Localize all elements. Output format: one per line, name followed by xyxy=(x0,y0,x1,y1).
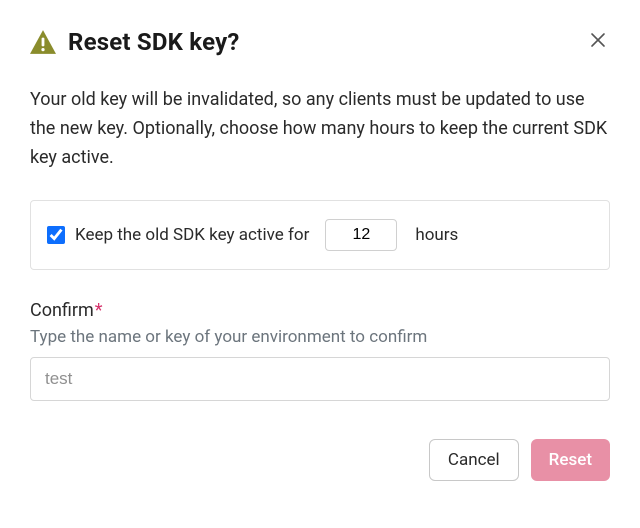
confirm-label-text: Confirm xyxy=(30,300,94,321)
required-indicator: * xyxy=(95,300,103,321)
confirm-label: Confirm* xyxy=(30,300,610,321)
dialog-header: Reset SDK key? xyxy=(30,28,610,56)
dialog-footer: Cancel Reset xyxy=(30,439,610,481)
confirm-input[interactable] xyxy=(30,357,610,401)
keep-active-prefix: Keep the old SDK key active for xyxy=(75,225,309,245)
warning-icon xyxy=(30,30,56,54)
title-group: Reset SDK key? xyxy=(30,28,240,56)
confirm-section: Confirm* Type the name or key of your en… xyxy=(30,300,610,401)
dialog-description: Your old key will be invalidated, so any… xyxy=(30,86,610,172)
keep-active-checkbox[interactable] xyxy=(47,226,65,244)
reset-button[interactable]: Reset xyxy=(531,439,610,481)
close-icon xyxy=(590,32,606,48)
keep-active-option: Keep the old SDK key active for hours xyxy=(30,200,610,270)
close-button[interactable] xyxy=(586,28,610,56)
keep-active-suffix: hours xyxy=(415,225,458,245)
confirm-hint: Type the name or key of your environment… xyxy=(30,327,610,347)
cancel-button[interactable]: Cancel xyxy=(429,439,519,481)
hours-input[interactable] xyxy=(325,219,397,251)
dialog-title: Reset SDK key? xyxy=(68,28,240,56)
